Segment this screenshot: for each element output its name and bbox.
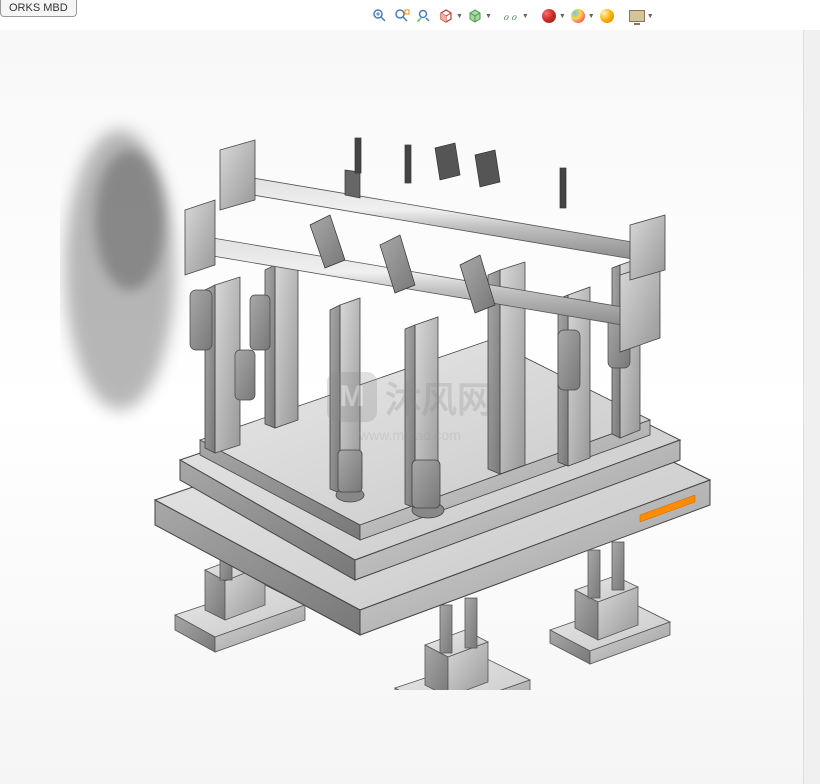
view-settings-dropdown-icon[interactable]: ▼ — [647, 13, 654, 20]
tab-mbd[interactable]: ORKS MBD — [0, 0, 77, 17]
previous-view-icon[interactable] — [414, 6, 434, 26]
edit-appearance-icon[interactable] — [539, 6, 559, 26]
zoom-fit-icon[interactable] — [370, 6, 390, 26]
zoom-area-icon[interactable] — [392, 6, 412, 26]
vertical-scrollbar[interactable] — [803, 30, 820, 784]
graphics-viewport[interactable]: M 沐风网 www.mfcad.com — [0, 30, 820, 784]
section-dropdown-icon[interactable]: ▼ — [456, 13, 463, 20]
view-settings-icon[interactable] — [627, 6, 647, 26]
hide-show-dropdown-icon[interactable]: ▼ — [522, 13, 529, 20]
apply-scene-icon[interactable] — [568, 6, 588, 26]
cad-model[interactable] — [60, 70, 740, 690]
hide-show-icon[interactable]: ℴ ℴ — [502, 6, 522, 26]
svg-text:ℴ: ℴ — [511, 9, 517, 23]
sphere3-icon[interactable] — [597, 6, 617, 26]
section-view-icon[interactable] — [436, 6, 456, 26]
display-style-icon[interactable] — [465, 6, 485, 26]
scene-dropdown-icon[interactable]: ▼ — [588, 13, 595, 20]
svg-text:ℴ: ℴ — [503, 9, 509, 23]
display-style-dropdown-icon[interactable]: ▼ — [485, 13, 492, 20]
heads-up-toolbar: ▼ ▼ ℴ ℴ ▼ ▼ ▼ ▼ — [370, 6, 654, 26]
appearance-dropdown-icon[interactable]: ▼ — [559, 13, 566, 20]
